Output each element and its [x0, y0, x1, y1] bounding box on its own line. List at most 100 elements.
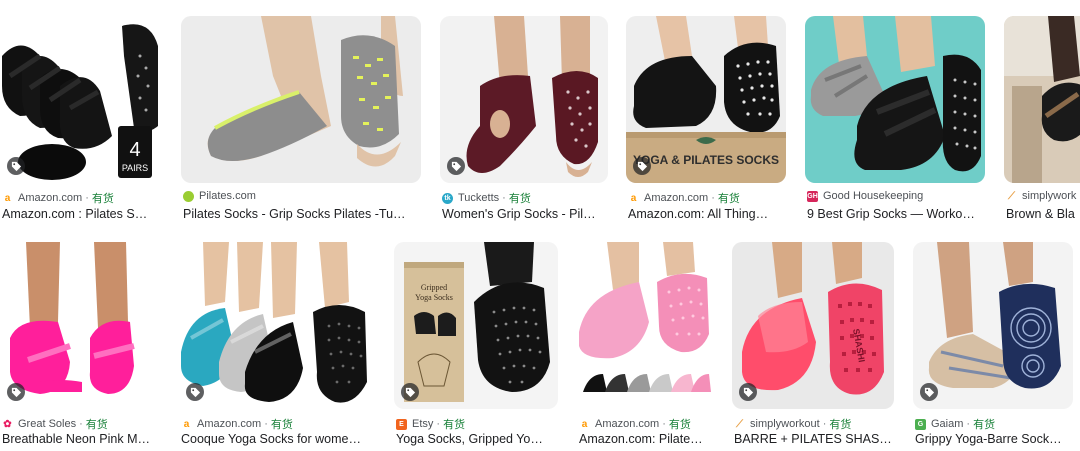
separator-dot: ·	[711, 192, 715, 204]
image-result-card[interactable]: Pilates.com Pilates Socks - Grip Socks P…	[181, 16, 421, 226]
result-title[interactable]: Breathable Neon Pink M…	[2, 432, 160, 446]
sock-image	[810, 16, 981, 172]
result-source[interactable]: a Amazon.com · 有货	[579, 416, 713, 432]
image-result-card[interactable]: ⟋ simplywork Brown & Bla	[1004, 16, 1080, 226]
result-thumbnail[interactable]	[577, 242, 713, 409]
result-source[interactable]: ⟋ simplyworkout · 有货	[734, 416, 894, 432]
sock-image: Gripped Yoga Socks	[404, 242, 550, 402]
shopping-tag-icon	[7, 157, 25, 175]
result-thumbnail[interactable]	[1004, 16, 1080, 183]
sock-image: 4 PAIRS	[2, 24, 158, 180]
image-result-card[interactable]: 4 PAIRS a Amazon.com · 有货 Amazon.com : P…	[0, 16, 162, 226]
image-result-card[interactable]: GH Good Housekeeping 9 Best Grip Socks —…	[805, 16, 985, 226]
result-source[interactable]: a Amazon.com · 有货	[628, 190, 786, 206]
separator-dot: ·	[502, 192, 506, 204]
result-source[interactable]: ✿ Great Soles · 有货	[2, 416, 160, 432]
box-label: Gripped	[421, 283, 447, 292]
result-thumbnail[interactable]: Gripped Yoga Socks	[394, 242, 558, 409]
image-result-card[interactable]: ✿ Great Soles · 有货 Breathable Neon Pink …	[0, 242, 160, 451]
result-thumbnail[interactable]	[805, 16, 985, 183]
result-thumbnail[interactable]	[179, 242, 375, 409]
result-title[interactable]: 9 Best Grip Socks — Worko…	[807, 207, 985, 221]
sock-image	[928, 242, 1061, 389]
stock-badge: 有货	[717, 193, 740, 205]
image-result-card[interactable]: SHASHI ⟋ simplyworkout · 有货 BARRE + PILA…	[732, 242, 894, 451]
sock-image	[1004, 16, 1080, 183]
stock-badge: 有货	[270, 419, 293, 431]
shopping-tag-icon	[186, 383, 204, 401]
result-source[interactable]: a Amazon.com · 有货	[2, 190, 162, 206]
sock-image	[181, 242, 367, 403]
separator-dot: ·	[79, 418, 83, 430]
shopping-tag-icon	[633, 157, 651, 175]
amazon-icon: a	[628, 192, 639, 204]
result-title[interactable]: Pilates Socks - Grip Socks Pilates -Tu…	[183, 207, 421, 221]
result-thumbnail[interactable]: SHASHI	[732, 242, 894, 409]
simplyworkout-icon: ⟋	[734, 418, 745, 430]
stock-badge: 有货	[829, 419, 852, 431]
image-result-card[interactable]: G Gaiam · 有货 Grippy Yoga-Barre Sock…	[913, 242, 1073, 451]
result-source[interactable]: GH Good Housekeeping	[807, 190, 985, 202]
gaiam-icon: G	[915, 418, 926, 430]
sock-image: SHASHI	[742, 242, 884, 395]
result-title[interactable]: Grippy Yoga-Barre Sock…	[915, 432, 1073, 446]
result-thumbnail[interactable]	[913, 242, 1073, 409]
sock-image	[466, 16, 598, 177]
sock-image	[579, 242, 711, 392]
tucketts-icon: tk	[442, 192, 453, 204]
shopping-tag-icon	[447, 157, 465, 175]
result-thumbnail[interactable]	[181, 16, 421, 183]
result-title[interactable]: Amazon.com: Pilate…	[579, 432, 713, 446]
result-title[interactable]: Cooque Yoga Socks for wome…	[181, 432, 375, 446]
result-title[interactable]: Brown & Bla	[1006, 207, 1080, 221]
result-source[interactable]: G Gaiam · 有货	[915, 416, 1073, 432]
result-source[interactable]: ⟋ simplywork	[1006, 190, 1080, 202]
stock-badge: 有货	[508, 193, 531, 205]
sock-image	[10, 242, 135, 394]
result-source[interactable]: a Amazon.com · 有货	[181, 416, 375, 432]
svg-text:PAIRS: PAIRS	[122, 163, 148, 173]
sock-image: YOGA & PILATES SOCKS	[626, 16, 786, 183]
good-housekeeping-icon: GH	[807, 190, 818, 202]
result-thumbnail[interactable]	[440, 16, 608, 183]
amazon-icon: a	[181, 418, 192, 430]
result-title[interactable]: BARRE + PILATES SHAS…	[734, 432, 894, 446]
stock-badge: 有货	[85, 419, 108, 431]
result-title[interactable]: Amazon.com : Pilates S…	[2, 207, 162, 221]
result-source[interactable]: tk Tucketts · 有货	[442, 190, 608, 206]
result-thumbnail[interactable]: YOGA & PILATES SOCKS	[626, 16, 786, 183]
separator-dot: ·	[662, 418, 666, 430]
result-thumbnail[interactable]	[0, 242, 160, 409]
shopping-tag-icon	[401, 383, 419, 401]
sock-image	[207, 16, 403, 167]
separator-dot: ·	[85, 192, 89, 204]
amazon-icon: a	[2, 192, 13, 204]
pilates-icon	[183, 190, 194, 202]
svg-text:Yoga Socks: Yoga Socks	[415, 293, 453, 302]
result-title[interactable]: Women's Grip Socks - Pil…	[442, 207, 608, 221]
result-source[interactable]: E Etsy · 有货	[396, 416, 558, 432]
shopping-tag-icon	[739, 383, 757, 401]
image-result-card[interactable]: YOGA & PILATES SOCKS a Amazon.com · 有货 A…	[626, 16, 786, 226]
image-result-card[interactable]: a Amazon.com · 有货 Amazon.com: Pilate…	[577, 242, 713, 451]
separator-dot: ·	[966, 418, 971, 430]
separator-dot: ·	[264, 418, 268, 430]
shopping-tag-icon	[7, 383, 25, 401]
stock-badge: 有货	[668, 419, 691, 431]
stock-badge: 有货	[443, 419, 466, 431]
amazon-icon: a	[579, 418, 590, 430]
result-title[interactable]: Yoga Socks, Gripped Yo…	[396, 432, 558, 446]
great-soles-icon: ✿	[2, 418, 13, 430]
four-pairs-label: 4	[129, 139, 140, 161]
image-result-card[interactable]: Gripped Yoga Socks E Etsy · 有货 Yoga Sock…	[394, 242, 558, 451]
result-title[interactable]: Amazon.com: All Thing…	[628, 207, 786, 221]
image-result-card[interactable]: tk Tucketts · 有货 Women's Grip Socks - Pi…	[440, 16, 608, 226]
etsy-icon: E	[396, 418, 407, 430]
simplyworkout-icon: ⟋	[1006, 190, 1017, 202]
shopping-tag-icon	[920, 383, 938, 401]
box-label: YOGA & PILATES SOCKS	[633, 153, 779, 167]
result-thumbnail[interactable]: 4 PAIRS	[0, 16, 162, 183]
separator-dot: ·	[822, 418, 827, 430]
image-result-card[interactable]: a Amazon.com · 有货 Cooque Yoga Socks for …	[179, 242, 375, 451]
result-source[interactable]: Pilates.com	[183, 190, 421, 202]
